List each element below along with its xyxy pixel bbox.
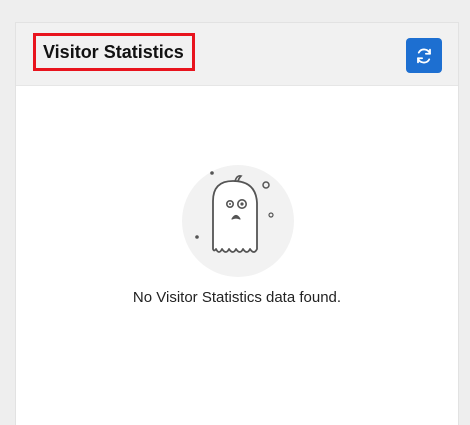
visitor-statistics-widget: Visitor Statistics No Visitor Statistics…	[15, 22, 459, 425]
widget-title: Visitor Statistics	[33, 33, 195, 71]
page: Visitor Statistics No Visitor Statistics…	[0, 0, 470, 425]
widget-header: Visitor Statistics	[16, 23, 458, 86]
refresh-button[interactable]	[406, 38, 442, 73]
ghost-icon	[178, 161, 298, 281]
empty-message: No Visitor Statistics data found.	[132, 289, 342, 306]
refresh-icon	[417, 48, 431, 63]
empty-state: No Visitor Statistics data found.	[16, 86, 458, 425]
